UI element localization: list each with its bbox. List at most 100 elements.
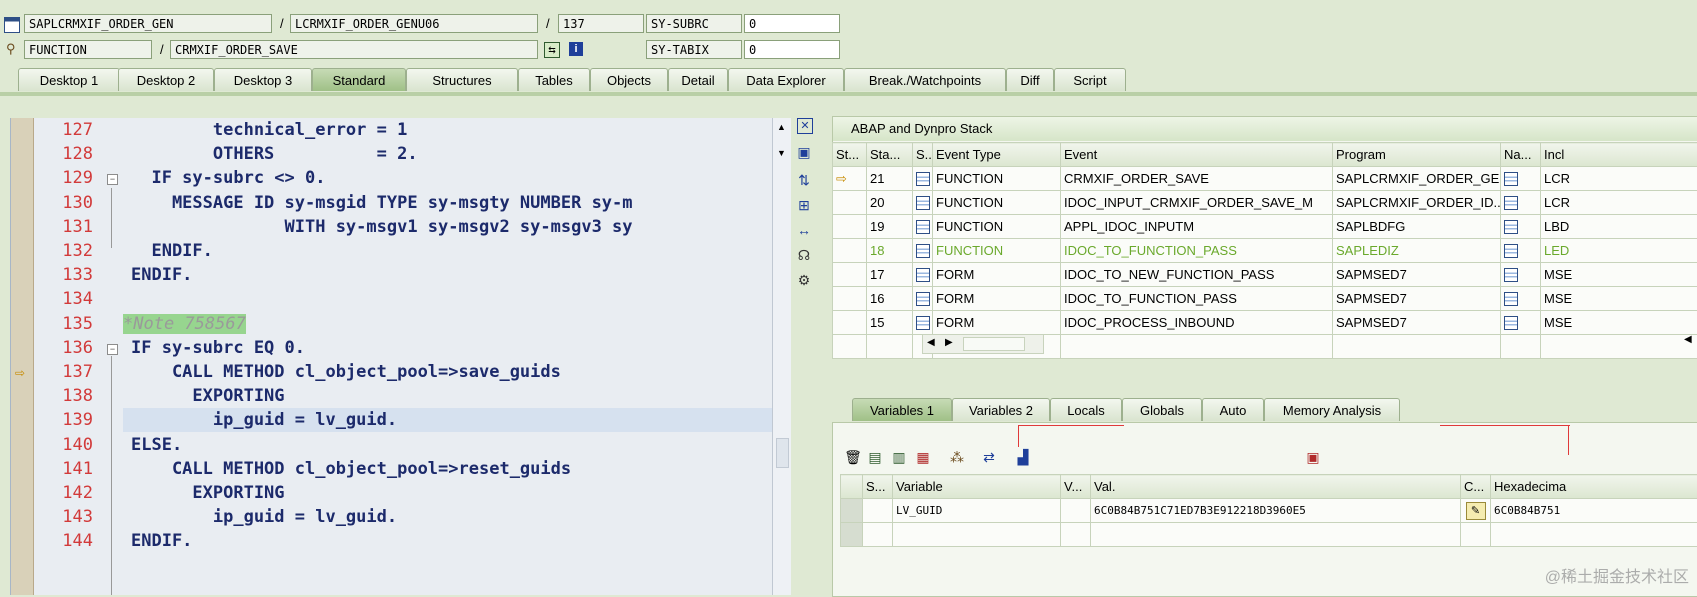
delete-icon[interactable]: 🗑: [844, 448, 862, 466]
breakpoint-gutter[interactable]: [11, 118, 34, 595]
tab-script[interactable]: Script: [1054, 68, 1126, 91]
navigate-doc-icon[interactable]: [1504, 292, 1518, 306]
stack-row[interactable]: 20FUNCTIONIDOC_INPUT_CRMXIF_ORDER_SAVE_M…: [833, 191, 1697, 215]
tab-variables-1[interactable]: Variables 1: [852, 398, 952, 421]
table-row[interactable]: LV_GUID 6C0B84B751C71ED7B3E912218D3960E5…: [841, 499, 1697, 523]
scroll-left-icon[interactable]: ◀: [927, 337, 935, 348]
col-navigate[interactable]: Na...: [1501, 143, 1541, 167]
tab-detail[interactable]: Detail: [668, 68, 728, 91]
code-line[interactable]: ELSE.: [131, 435, 182, 455]
stack-row[interactable]: ⇨21FUNCTIONCRMXIF_ORDER_SAVESAPLCRMXIF_O…: [833, 167, 1697, 191]
save-icon[interactable]: ▣: [1304, 448, 1322, 466]
stack-row[interactable]: 16FORMIDOC_TO_FUNCTION_PASSSAPMSED7MSE: [833, 287, 1697, 311]
sy-tabix-value[interactable]: 0: [744, 40, 840, 59]
stack-hscroll[interactable]: ◀ ▶: [922, 334, 1044, 354]
col-stack-level[interactable]: Sta...: [867, 143, 913, 167]
swap-tool-icon[interactable]: ⇅: [794, 170, 814, 190]
tab-desktop-2[interactable]: Desktop 2: [118, 68, 214, 91]
code-line[interactable]: CALL METHOD cl_object_pool=>save_guids: [131, 362, 561, 382]
copy-icon[interactable]: ▤: [866, 448, 884, 466]
line-field[interactable]: 137: [558, 14, 644, 33]
tab-globals[interactable]: Globals: [1122, 398, 1202, 421]
code-line[interactable]: CALL METHOD cl_object_pool=>reset_guids: [131, 459, 571, 479]
name-field[interactable]: CRMXIF_ORDER_SAVE: [170, 40, 538, 59]
col-var-status[interactable]: S...: [863, 475, 893, 499]
tab-desktop-3[interactable]: Desktop 3: [214, 68, 312, 91]
pencil-icon[interactable]: ✎: [1466, 502, 1486, 520]
col-hex[interactable]: Hexadecima: [1491, 475, 1697, 499]
tab-locals[interactable]: Locals: [1050, 398, 1122, 421]
tab-tables[interactable]: Tables: [518, 68, 590, 91]
col-change[interactable]: C...: [1461, 475, 1491, 499]
var-name[interactable]: [893, 523, 1061, 547]
col-s[interactable]: S..: [913, 143, 933, 167]
code-line[interactable]: technical_error = 1: [131, 120, 407, 140]
navigate-cell[interactable]: [1501, 215, 1541, 239]
tab-memory-analysis[interactable]: Memory Analysis: [1264, 398, 1400, 421]
scroll-up-icon[interactable]: ▲: [777, 122, 786, 132]
navigate-doc-icon[interactable]: [1504, 172, 1518, 186]
col-status[interactable]: St...: [833, 143, 867, 167]
clear-icon[interactable]: ▦: [914, 448, 932, 466]
fold-toggle[interactable]: −: [107, 174, 118, 185]
scroll-thumb[interactable]: [776, 438, 789, 468]
code-line[interactable]: WITH sy-msgv1 sy-msgv2 sy-msgv3 sy: [131, 217, 633, 237]
navigate-cell[interactable]: [1501, 239, 1541, 263]
code-line[interactable]: ENDIF.: [131, 265, 192, 285]
scroll-thumb[interactable]: [963, 337, 1025, 351]
var-value[interactable]: 6C0B84B751C71ED7B3E912218D3960E5: [1091, 499, 1461, 523]
services-icon[interactable]: ⚙: [794, 270, 814, 290]
stack-row[interactable]: 15FORMIDOC_PROCESS_INBOUNDSAPMSED7MSE: [833, 311, 1697, 335]
col-variable[interactable]: Variable: [893, 475, 1061, 499]
code-line[interactable]: ENDIF.: [131, 241, 213, 261]
source-editor[interactable]: ⇨ − − 127 technical_error = 1128 OTHERS …: [10, 118, 791, 595]
col-program[interactable]: Program: [1333, 143, 1501, 167]
navigate-cell[interactable]: [1501, 167, 1541, 191]
code-line[interactable]: EXPORTING: [131, 386, 285, 406]
scroll-down-icon[interactable]: ▼: [777, 148, 786, 158]
info-icon[interactable]: i: [569, 42, 583, 56]
stack-row[interactable]: 19FUNCTIONAPPL_IDOC_INPUTMSAPLBDFGLBD: [833, 215, 1697, 239]
editor-scrollbar[interactable]: ▲ ▼: [772, 118, 791, 595]
program-field[interactable]: SAPLCRMXIF_ORDER_GEN: [24, 14, 272, 33]
tab-breakpoints[interactable]: Break./Watchpoints: [844, 68, 1006, 91]
col-event-type[interactable]: Event Type: [933, 143, 1061, 167]
fold-toggle[interactable]: −: [107, 344, 118, 355]
tab-standard[interactable]: Standard: [312, 68, 406, 91]
navigate-icon[interactable]: ⇆: [544, 42, 560, 58]
tab-desktop-1[interactable]: Desktop 1: [18, 68, 120, 91]
tab-diff[interactable]: Diff: [1006, 68, 1054, 91]
tab-variables-2[interactable]: Variables 2: [952, 398, 1050, 421]
code-line[interactable]: OTHERS = 2.: [131, 144, 418, 164]
code-line[interactable]: IF sy-subrc EQ 0.: [131, 338, 305, 358]
close-icon[interactable]: ✕: [797, 118, 813, 134]
navigate-cell[interactable]: [1501, 191, 1541, 215]
new-tool-icon[interactable]: ▣: [794, 142, 814, 162]
sy-subrc-value[interactable]: 0: [744, 14, 840, 33]
row-selector[interactable]: [841, 523, 863, 547]
tab-data-explorer[interactable]: Data Explorer: [728, 68, 844, 91]
tab-structures[interactable]: Structures: [406, 68, 518, 91]
tab-auto[interactable]: Auto: [1202, 398, 1264, 421]
paste-icon[interactable]: ▥: [890, 448, 908, 466]
code-line[interactable]: MESSAGE ID sy-msgid TYPE sy-msgty NUMBER…: [131, 193, 633, 213]
navigate-cell[interactable]: [1501, 311, 1541, 335]
navigate-doc-icon[interactable]: [1504, 220, 1518, 234]
col-value[interactable]: Val.: [1091, 475, 1461, 499]
col-row-selector[interactable]: [841, 475, 863, 499]
navigate-cell[interactable]: [1501, 287, 1541, 311]
stack-row[interactable]: 18FUNCTIONIDOC_TO_FUNCTION_PASSSAPLEDIZL…: [833, 239, 1697, 263]
tree-icon[interactable]: ⁂: [948, 448, 966, 466]
table-row[interactable]: [841, 523, 1697, 547]
code-line[interactable]: IF sy-subrc <> 0.: [131, 168, 325, 188]
navigate-cell[interactable]: [1501, 263, 1541, 287]
stack-row[interactable]: 17FORMIDOC_TO_NEW_FUNCTION_PASSSAPMSED7M…: [833, 263, 1697, 287]
navigate-doc-icon[interactable]: [1504, 316, 1518, 330]
resize-icon[interactable]: ↔: [794, 220, 814, 240]
headphones-icon[interactable]: ☊: [794, 245, 814, 265]
navigate-doc-icon[interactable]: [1504, 244, 1518, 258]
tab-objects[interactable]: Objects: [590, 68, 668, 91]
navigate-doc-icon[interactable]: [1504, 196, 1518, 210]
code-line[interactable]: ENDIF.: [131, 531, 192, 551]
var-value[interactable]: [1091, 523, 1461, 547]
